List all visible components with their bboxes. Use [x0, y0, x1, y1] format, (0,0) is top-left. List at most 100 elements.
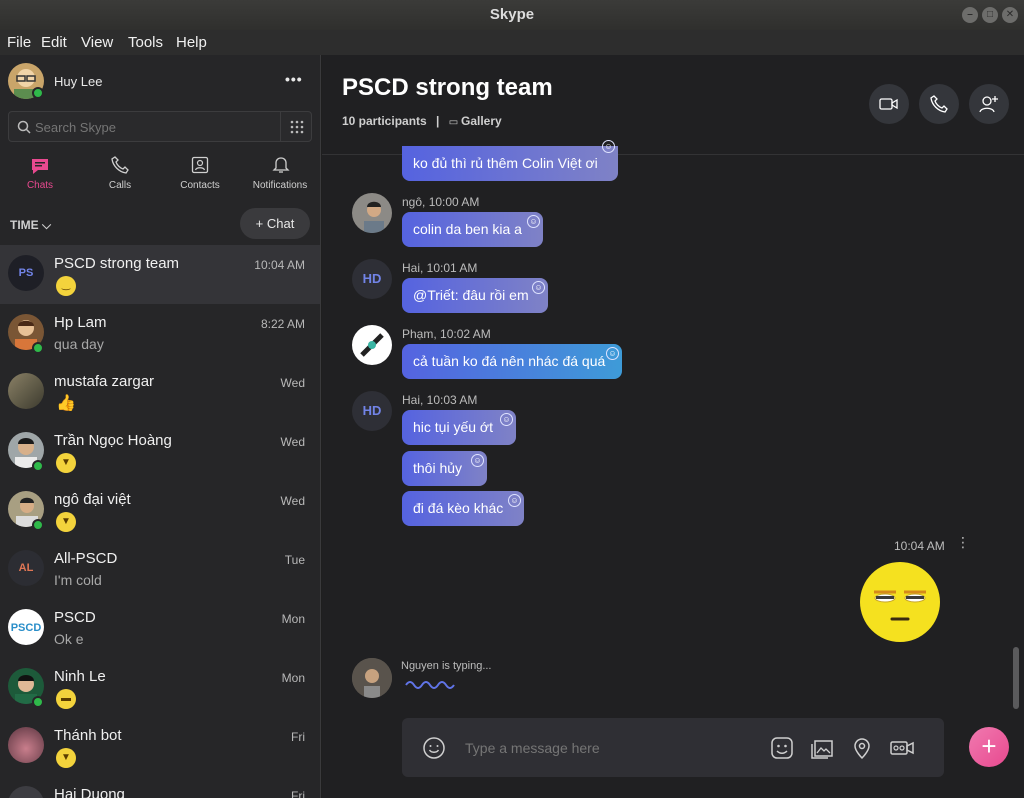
sender-avatar[interactable]: HD	[352, 259, 392, 299]
laughing-emoji-icon: ▼	[56, 512, 76, 532]
search-input[interactable]	[35, 118, 275, 136]
search-box[interactable]	[8, 111, 312, 142]
add-reaction-icon[interactable]: ☺	[500, 413, 513, 426]
chat-item-all-pscd[interactable]: AL All-PSCD Tue I'm cold	[0, 540, 320, 599]
message-bubble[interactable]: đi đá kèo khác ☺	[402, 491, 524, 526]
title-bar: Skype – □ ✕	[0, 0, 1024, 30]
chat-name: Trần Ngọc Hoàng	[54, 432, 172, 449]
conversation-subtitle: 10 participants | ▭ Gallery	[342, 114, 502, 128]
message-bubble[interactable]: @Triết: đâu rồi em ☺	[402, 278, 548, 313]
compose-bar	[402, 718, 944, 777]
chat-preview: qua day	[54, 336, 104, 352]
sender-avatar[interactable]	[352, 325, 392, 365]
add-reaction-icon[interactable]: ☺	[606, 347, 619, 360]
chat-name: PSCD strong team	[54, 255, 180, 272]
chat-item-tran-ngoc-hoang[interactable]: Trần Ngọc Hoàng Wed ▼	[0, 422, 320, 481]
chat-time: Fri	[291, 730, 305, 744]
menu-bar: File Edit View Tools Help	[0, 30, 1024, 55]
tab-notifications-label: Notifications	[252, 180, 308, 191]
typing-indicator-text: Nguyen is typing...	[401, 660, 492, 672]
chat-name: Thánh bot	[54, 727, 122, 744]
conversation-title[interactable]: PSCD strong team	[342, 74, 553, 102]
message-text: cả tuần ko đá nên nhác đá quá	[413, 353, 606, 369]
emoji-picker-icon[interactable]	[422, 736, 446, 760]
chat-time: Wed	[280, 494, 305, 508]
chat-time: Mon	[281, 671, 305, 685]
video-message-icon[interactable]	[890, 736, 914, 760]
add-person-icon	[979, 96, 998, 113]
unamused-emoticon[interactable]	[860, 562, 940, 642]
sender-name: ngô, 10:00 AM	[402, 195, 480, 209]
chat-item-pscd[interactable]: PSCD PSCD Mon Ok e	[0, 599, 320, 658]
chat-item-thanh-bot[interactable]: Thánh bot Fri ▼	[0, 717, 320, 776]
chat-time: Tue	[284, 553, 305, 567]
sender-avatar[interactable]: HD	[352, 391, 392, 431]
message-text: thôi hủy	[413, 460, 463, 476]
tab-calls-label: Calls	[108, 180, 132, 191]
add-reaction-icon[interactable]: ☺	[527, 215, 540, 228]
audio-call-button[interactable]	[919, 84, 959, 124]
own-message-time: 10:04 AM	[894, 539, 945, 553]
sender-name: Hai, 10:01 AM	[402, 261, 478, 275]
tab-contacts-label: Contacts	[180, 180, 220, 191]
sender-avatar[interactable]	[352, 193, 392, 233]
new-chat-button[interactable]: + Chat	[240, 208, 310, 239]
message-bubble[interactable]: colin da ben kia a ☺	[402, 212, 543, 247]
chat-item-mustafa-zargar[interactable]: mustafa zargar Wed 👍	[0, 363, 320, 422]
typing-wave-icon	[405, 681, 455, 689]
add-reaction-icon[interactable]: ☺	[471, 454, 484, 467]
tab-chats[interactable]: Chats	[0, 152, 80, 192]
message-options-icon[interactable]: ⋮	[956, 535, 970, 549]
chat-item-pscd-strong-team[interactable]: PS PSCD strong team 10:04 AM ‿	[0, 245, 320, 304]
chat-item-ninh-le[interactable]: Ninh Le Mon ▬	[0, 658, 320, 717]
add-reaction-icon[interactable]: ☺	[602, 140, 615, 153]
media-gallery-icon[interactable]	[810, 736, 834, 760]
chat-item-ngo-dai-viet[interactable]: ngô đại việt Wed ▼	[0, 481, 320, 540]
menu-help[interactable]: Help	[176, 34, 207, 51]
menu-tools[interactable]: Tools	[128, 34, 163, 51]
online-status-dot	[32, 342, 44, 354]
add-people-button[interactable]	[969, 84, 1009, 124]
tab-notifications[interactable]: Notifications	[240, 152, 320, 192]
message-bubble[interactable]: cả tuần ko đá nên nhác đá quá ☺	[402, 344, 622, 379]
add-reaction-icon[interactable]: ☺	[532, 281, 545, 294]
video-call-button[interactable]	[869, 84, 909, 124]
more-options-button[interactable]: •••	[285, 71, 303, 87]
close-button[interactable]: ✕	[1002, 7, 1018, 23]
avatar: AL	[8, 550, 44, 586]
chat-time: Fri	[291, 789, 305, 798]
chat-preview: I'm cold	[54, 572, 102, 588]
chat-name: All-PSCD	[54, 550, 118, 567]
sticker-icon[interactable]	[770, 736, 794, 760]
gallery-link[interactable]: ▭ Gallery	[449, 114, 502, 128]
location-pin-icon[interactable]	[850, 736, 874, 760]
add-content-button[interactable]: +	[969, 727, 1009, 767]
contacts-icon	[191, 156, 209, 174]
window-title: Skype	[489, 6, 535, 23]
plus-icon: +	[981, 731, 997, 761]
minimize-button[interactable]: –	[962, 7, 978, 23]
sort-dropdown[interactable]: TIME ⌵	[10, 218, 51, 233]
search-divider	[280, 112, 281, 141]
chat-time: 10:04 AM	[254, 258, 305, 272]
scrollbar-thumb[interactable]	[1013, 647, 1019, 709]
participants-count[interactable]: 10 participants	[342, 114, 427, 128]
chat-item-hai-duong[interactable]: Hai Duong Fri	[0, 776, 320, 798]
tab-contacts[interactable]: Contacts	[160, 152, 240, 192]
menu-edit[interactable]: Edit	[41, 34, 67, 51]
chat-time: Mon	[281, 612, 305, 626]
menu-view[interactable]: View	[81, 34, 113, 51]
message-bubble[interactable]: ko đủ thì rủ thêm Colin Việt ơi ☺	[402, 140, 618, 181]
tab-calls[interactable]: Calls	[80, 152, 160, 192]
menu-file[interactable]: File	[7, 34, 31, 51]
chat-item-hp-lam[interactable]: Hp Lam 8:22 AM qua day	[0, 304, 320, 363]
chat-name: PSCD	[54, 609, 96, 626]
add-reaction-icon[interactable]: ☺	[508, 494, 521, 507]
message-bubble[interactable]: thôi hủy ☺	[402, 451, 487, 486]
message-input[interactable]	[465, 738, 745, 758]
laughing-emoji-icon: ▼	[56, 453, 76, 473]
maximize-button[interactable]: □	[982, 7, 998, 23]
conversation-panel: PSCD strong team 10 participants | ▭ Gal…	[322, 55, 1024, 798]
message-bubble[interactable]: hic tụi yếu ớt ☺	[402, 410, 516, 445]
dialpad-icon[interactable]	[290, 120, 304, 134]
